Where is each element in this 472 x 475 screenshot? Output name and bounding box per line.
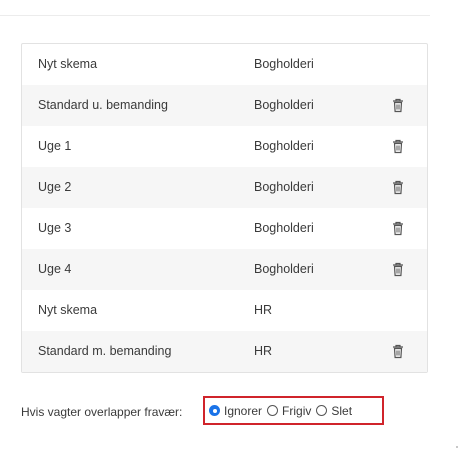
schedule-name: Uge 4 (38, 262, 72, 276)
radio-button[interactable] (316, 405, 328, 416)
schedule-name: Standard m. bemanding (38, 344, 172, 358)
radio-button[interactable] (209, 405, 220, 416)
overlap-label: Hvis vagter overlapper fravær: (21, 405, 183, 419)
radio-ignorer[interactable]: Ignorer (209, 404, 262, 418)
schedule-name: Standard u. bemanding (38, 98, 168, 112)
trash-icon[interactable] (391, 180, 405, 195)
schedule-name: Nyt skema (38, 303, 98, 317)
trash-icon[interactable] (391, 344, 405, 359)
table-row[interactable]: Standard m. bemanding HR (22, 331, 427, 372)
schedule-department: Bogholderi (254, 57, 314, 71)
schedule-name: Uge 3 (38, 221, 72, 235)
schedule-department: Bogholderi (254, 98, 314, 112)
radio-label: Ignorer (224, 403, 263, 418)
schedule-department: Bogholderi (254, 221, 314, 235)
schedule-department: Bogholderi (254, 180, 314, 194)
overlap-radio-group: Ignorer Frigiv Slet (203, 396, 384, 425)
table-row[interactable]: Uge 1 Bogholderi (22, 126, 427, 167)
top-divider (0, 15, 430, 16)
radio-label: Frigiv (282, 403, 312, 418)
schedule-table: Nyt skema Bogholderi Standard u. bemandi… (21, 43, 428, 373)
radio-label: Slet (331, 403, 353, 418)
schedule-department: Bogholderi (254, 262, 314, 276)
radio-button[interactable] (267, 405, 279, 416)
trash-icon[interactable] (391, 221, 405, 236)
table-row[interactable]: Nyt skema HR (22, 290, 427, 331)
schedule-department: HR (254, 344, 273, 358)
table-row[interactable]: Standard u. bemanding Bogholderi (22, 85, 427, 126)
schedule-department: HR (254, 303, 273, 317)
trash-icon[interactable] (391, 262, 405, 277)
trash-icon[interactable] (391, 139, 405, 154)
schedule-name: Nyt skema (38, 57, 98, 71)
decorative-dot (456, 446, 458, 448)
table-row[interactable]: Nyt skema Bogholderi (22, 44, 427, 85)
table-row[interactable]: Uge 3 Bogholderi (22, 208, 427, 249)
table-row[interactable]: Uge 2 Bogholderi (22, 167, 427, 208)
schedule-department: Bogholderi (254, 139, 314, 153)
trash-icon[interactable] (391, 98, 405, 113)
radio-slet[interactable]: Slet (316, 404, 352, 418)
schedule-name: Uge 2 (38, 180, 72, 194)
radio-frigiv[interactable]: Frigiv (267, 404, 311, 418)
table-row[interactable]: Uge 4 Bogholderi (22, 249, 427, 290)
schedule-name: Uge 1 (38, 139, 72, 153)
